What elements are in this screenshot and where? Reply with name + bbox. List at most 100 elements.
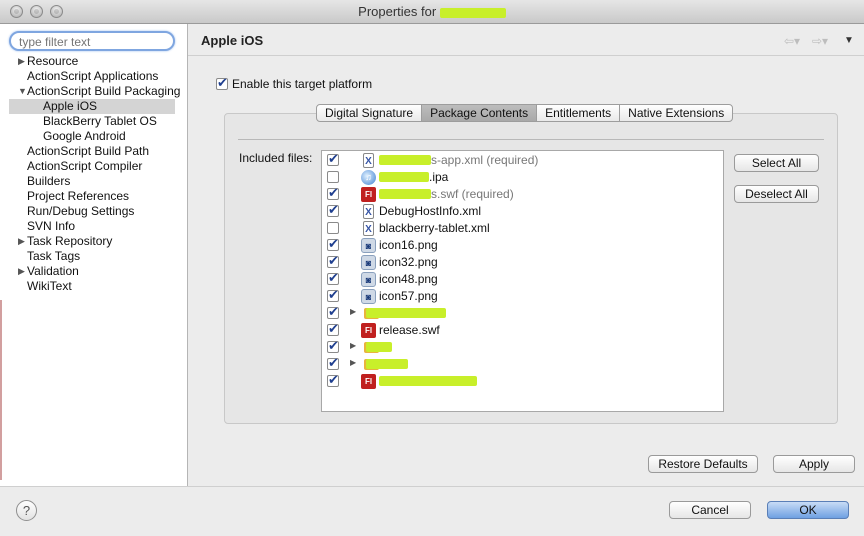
included-files-label: Included files: [239, 151, 313, 165]
forward-arrow-icon[interactable]: ⇨▾ [812, 34, 828, 48]
help-icon[interactable]: ? [16, 500, 37, 521]
file-row[interactable]: ◙icon48.png [322, 270, 722, 288]
cancel-button[interactable]: Cancel [669, 501, 751, 519]
sidebar-item-actionscript-compiler[interactable]: ActionScript Compiler [0, 159, 188, 174]
file-row[interactable]: Fl s.swf (required) [322, 185, 722, 203]
properties-window: Properties for ▶ResourceActionScript App… [0, 0, 864, 536]
separator [238, 139, 824, 140]
flash-file-icon: Fl [361, 187, 376, 202]
file-row[interactable]: ▶ [322, 338, 722, 356]
file-include-checkbox[interactable] [327, 253, 339, 269]
expand-triangle-icon[interactable]: ▶ [18, 54, 25, 69]
expand-triangle-icon[interactable]: ▶ [350, 341, 356, 350]
sidebar-item-wikitext[interactable]: WikiText [0, 279, 188, 294]
file-row[interactable]: ▶ [322, 304, 722, 322]
sidebar-item-project-references[interactable]: Project References [0, 189, 188, 204]
file-row[interactable]: ♫ .ipa [322, 169, 722, 186]
title-bar: Properties for [0, 0, 864, 24]
enable-platform-checkbox[interactable] [216, 75, 228, 91]
file-row[interactable]: Flrelease.swf [322, 321, 722, 339]
file-row[interactable]: Xblackberry-tablet.xml [322, 220, 722, 237]
sidebar-item-blackberry-tablet-os[interactable]: BlackBerry Tablet OS [0, 114, 188, 129]
sidebar-item-label: ActionScript Build Path [27, 144, 150, 158]
tab-native-extensions[interactable]: Native Extensions [620, 105, 732, 121]
sidebar-item-label: ActionScript Build Packaging [27, 84, 181, 98]
file-include-checkbox[interactable] [327, 287, 339, 303]
ok-button[interactable]: OK [767, 501, 849, 519]
apply-button[interactable]: Apply [773, 455, 855, 473]
expand-triangle-icon[interactable]: ▶ [18, 264, 25, 279]
sidebar-item-apple-ios[interactable]: Apple iOS [9, 99, 175, 114]
restore-defaults-button[interactable]: Restore Defaults [648, 455, 758, 473]
file-row[interactable]: ◙icon32.png [322, 253, 722, 271]
select-all-button[interactable]: Select All [734, 154, 819, 172]
file-row[interactable]: ▶ [322, 355, 722, 373]
file-row[interactable]: ◙icon16.png [322, 236, 722, 254]
sidebar-item-resource[interactable]: ▶ Resource [0, 54, 188, 69]
file-name: icon48.png [379, 272, 438, 286]
file-include-checkbox[interactable] [327, 338, 339, 354]
file-row[interactable]: ◙icon57.png [322, 287, 722, 305]
expand-triangle-icon[interactable]: ▶ [18, 234, 25, 249]
filter-input[interactable] [9, 31, 175, 51]
file-row[interactable]: Xs-app.xml (required) [322, 151, 722, 169]
view-menu-icon[interactable]: ▼ [844, 35, 854, 46]
sidebar-item-validation[interactable]: ▶ Validation [0, 264, 188, 279]
redacted-file-name [366, 308, 446, 318]
file-include-checkbox[interactable] [327, 202, 339, 218]
sidebar-item-actionscript-build-packaging[interactable]: ▼ ActionScript Build Packaging [0, 84, 188, 99]
sidebar-item-run-debug-settings[interactable]: Run/Debug Settings [0, 204, 188, 219]
sidebar: ▶ResourceActionScript Applications▼Actio… [0, 24, 188, 486]
sidebar-item-actionscript-build-path[interactable]: ActionScript Build Path [0, 144, 188, 159]
file-include-checkbox[interactable] [327, 372, 339, 388]
preference-tree: ▶ Resource ActionScript Applications ▼ Actio… [0, 54, 188, 294]
page-header: Apple iOS ⇦▾ ⇨▾ ▼ [188, 24, 864, 56]
png-file-icon: ◙ [361, 238, 376, 253]
enable-platform-label: Enable this target platform [232, 77, 373, 91]
file-include-checkbox[interactable] [327, 304, 339, 320]
file-include-checkbox[interactable] [327, 151, 339, 167]
redacted-file-name [366, 359, 408, 369]
file-include-checkbox[interactable] [327, 270, 339, 286]
tab-entitlements[interactable]: Entitlements [537, 105, 621, 121]
sidebar-item-builders[interactable]: Builders [0, 174, 188, 189]
back-arrow-icon[interactable]: ⇦▾ [784, 34, 800, 48]
sidebar-item-label: Apple iOS [43, 99, 98, 113]
expand-triangle-icon[interactable]: ▶ [350, 307, 356, 316]
sidebar-item-label: WikiText [27, 279, 72, 293]
sidebar-item-svn-info[interactable]: SVN Info [0, 219, 188, 234]
sidebar-item-google-android[interactable]: Google Android [0, 129, 188, 144]
included-files-list[interactable]: Xs-app.xml (required)♫.ipaFls.swf (requi… [321, 150, 724, 412]
file-name: s.swf (required) [431, 187, 514, 201]
sidebar-item-task-tags[interactable]: Task Tags [0, 249, 188, 264]
file-include-checkbox[interactable] [327, 236, 339, 252]
window-edge [0, 300, 2, 480]
flash-file-icon: Fl [361, 374, 376, 389]
sidebar-item-label: Validation [27, 264, 79, 278]
file-row[interactable]: X DebugHostInfo.xml [322, 202, 722, 220]
sidebar-item-task-repository[interactable]: ▶ Task Repository [0, 234, 188, 249]
expand-triangle-icon[interactable]: ▶ [350, 358, 356, 367]
page-title: Apple iOS [201, 33, 264, 48]
sidebar-item-label: BlackBerry Tablet OS [43, 114, 157, 128]
png-file-icon: ◙ [361, 272, 376, 287]
xml-file-icon: X [363, 204, 374, 219]
window-title-text: Properties for [358, 4, 437, 19]
redacted-file-name [379, 155, 431, 165]
sidebar-item-label: Project References [27, 189, 130, 203]
file-row[interactable]: Fl [322, 372, 722, 390]
sidebar-item-label: Task Tags [27, 249, 81, 263]
file-include-checkbox[interactable] [327, 171, 339, 183]
sidebar-item-actionscript-applications[interactable]: ActionScript Applications [0, 69, 188, 84]
file-include-checkbox[interactable] [327, 185, 339, 201]
tab-bar: Digital Signature Package Contents Entitle… [316, 104, 734, 122]
deselect-all-button[interactable]: Deselect All [734, 185, 819, 203]
collapse-triangle-icon[interactable]: ▼ [18, 84, 27, 99]
file-include-checkbox[interactable] [327, 355, 339, 371]
tab-package-contents[interactable]: Package Contents [422, 105, 538, 121]
tab-digital-signature[interactable]: Digital Signature [317, 105, 423, 121]
file-name: icon57.png [379, 289, 438, 303]
file-include-checkbox[interactable] [327, 222, 339, 234]
file-include-checkbox[interactable] [327, 321, 339, 337]
sidebar-item-label: SVN Info [27, 219, 76, 233]
